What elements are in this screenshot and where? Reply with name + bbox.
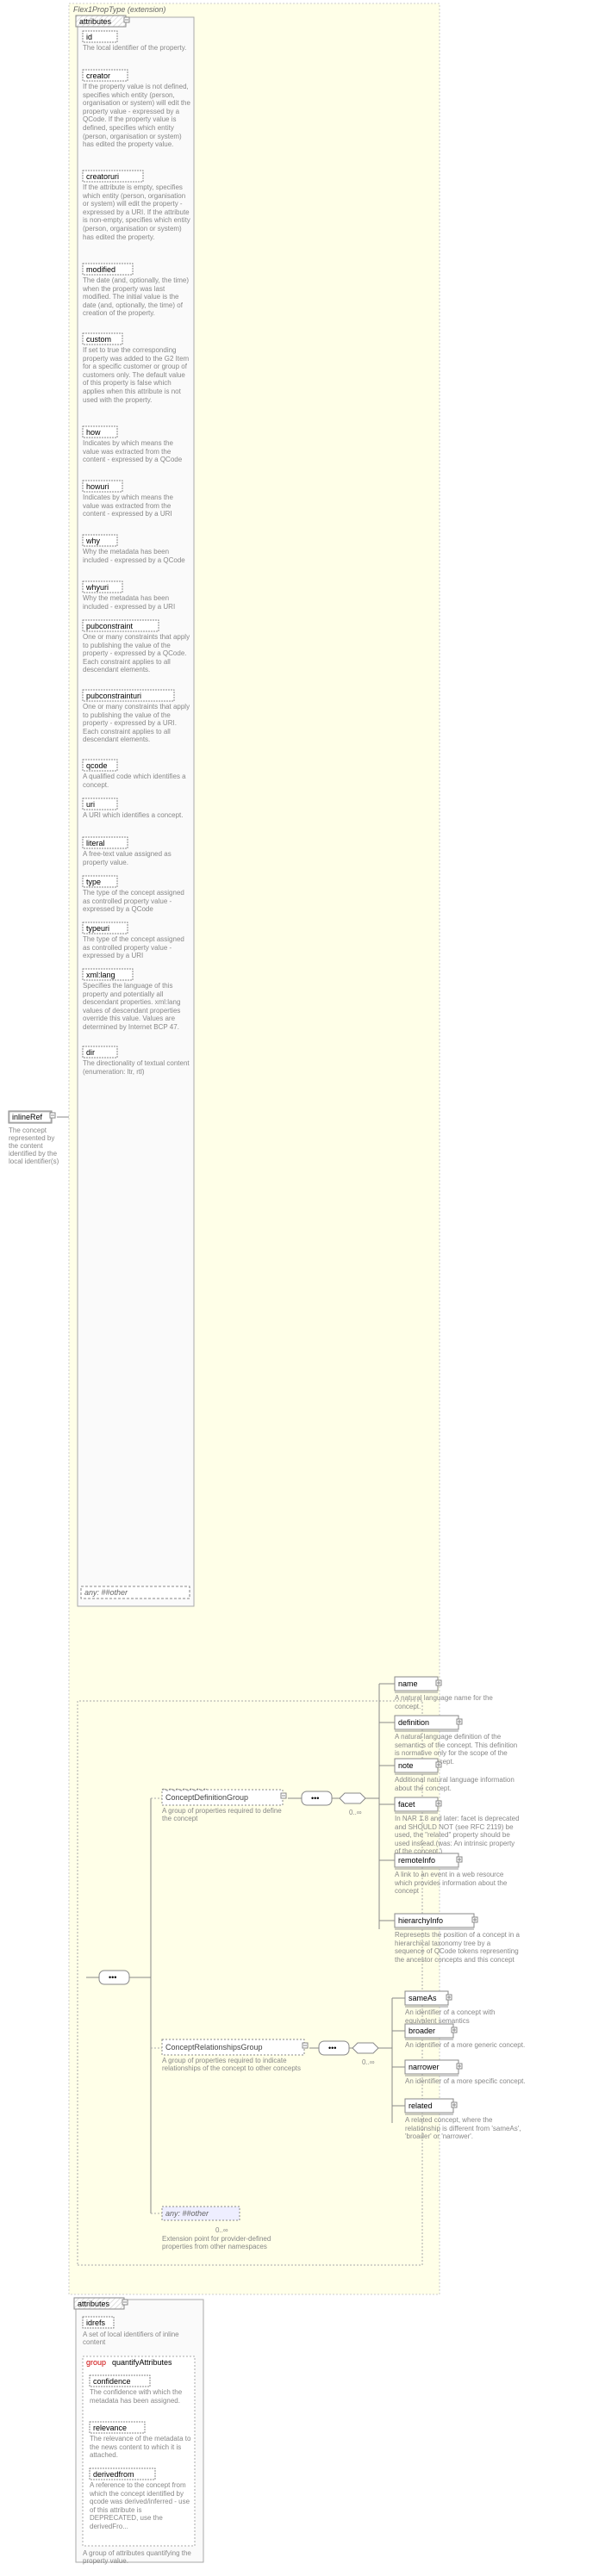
svg-text:literal: literal [86, 839, 105, 847]
idrefs-attr: idrefs [86, 2318, 106, 2327]
svg-text:definition: definition [398, 1718, 429, 1727]
attr-desc: If the attribute is empty, specifies whi… [83, 183, 191, 241]
elem-desc: Represents the position of a concept in … [395, 1931, 520, 1964]
attr-desc: If the property value is not defined, sp… [83, 83, 191, 149]
any-other-1: any: ##other [84, 1588, 128, 1597]
svg-text:creatoruri: creatoruri [86, 172, 119, 181]
svg-text:derivedfrom: derivedfrom [93, 2470, 134, 2479]
attr-creatoruri: creatoruri If the attribute is empty, spe… [83, 171, 191, 257]
diagram-canvas: Flex1PropType (extension) inlineRef The … [0, 0, 605, 2576]
svg-text:any: ##other: any: ##other [165, 2209, 209, 2218]
qattr-desc: A group of attributes quantifying the pr… [83, 2549, 199, 2565]
svg-text:inlineRef: inlineRef [12, 1113, 43, 1121]
elem-desc: An identifier of a more generic concept. [405, 2041, 526, 2050]
cdg-card: 0..∞ [349, 1809, 362, 1816]
svg-text:0..∞: 0..∞ [215, 2226, 228, 2234]
svg-text:ConceptRelationshipsGroup: ConceptRelationshipsGroup [165, 2043, 263, 2051]
attr-desc: One or many constraints that apply to pu… [83, 703, 191, 744]
attr-desc: Indicates by which means the value was e… [83, 439, 191, 464]
svg-text:ConceptDefinitionGroup: ConceptDefinitionGroup [165, 1793, 248, 1802]
svg-text:note: note [398, 1761, 414, 1770]
elem-desc: Additional natural language information … [395, 1776, 520, 1792]
qattr-desc: A reference to the concept from which th… [90, 2481, 191, 2531]
elem-desc: An identifier of a more specific concept… [405, 2077, 526, 2086]
svg-text:how: how [86, 428, 101, 437]
attr-desc: If set to true the corresponding propert… [83, 346, 191, 404]
svg-text:id: id [86, 33, 92, 41]
svg-text:•••: ••• [328, 2044, 336, 2052]
svg-text:remoteInfo: remoteInfo [398, 1856, 435, 1865]
attr-desc: The local identifier of the property. [83, 44, 191, 53]
svg-text:typeuri: typeuri [86, 924, 109, 933]
attr-desc: Why the metadata has been included - exp… [83, 594, 191, 611]
choice-cdg [340, 1793, 365, 1803]
elem-desc: A natural language name for the concept. [395, 1694, 520, 1710]
idrefs-desc: A set of local identifiers of inline con… [83, 2331, 186, 2346]
svg-text:relevance: relevance [93, 2424, 127, 2432]
root-element: inlineRef [9, 1111, 55, 1123]
attr-desc: The date (and, optionally, the time) whe… [83, 276, 191, 318]
elem-desc: A link to an event in a web resource whi… [395, 1871, 520, 1896]
crg-card: 0..∞ [362, 2058, 375, 2066]
svg-text:confidence: confidence [93, 2377, 131, 2386]
svg-text:•••: ••• [109, 1973, 116, 1982]
svg-text:custom: custom [86, 335, 111, 344]
ext-desc: Extension point for provider-defined pro… [162, 2235, 274, 2250]
concept-definition-group: ConceptDefinitionGroup [162, 1789, 286, 1805]
attr-custom: custom If set to true the corresponding p… [83, 333, 191, 419]
attr-desc: Why the metadata has been included - exp… [83, 548, 191, 564]
elem-desc: In NAR 1.8 and later: facet is deprecate… [395, 1815, 520, 1856]
attr-desc: A free-text value assigned as property v… [83, 850, 191, 866]
root-desc: The concept represented by the content i… [9, 1127, 62, 1165]
elem-desc: An identifier of a concept with equivale… [405, 2008, 526, 2025]
qattr-desc: The relevance of the metadata to the new… [90, 2435, 191, 2460]
svg-text:pubconstrainturi: pubconstrainturi [86, 692, 141, 700]
svg-text:dir: dir [86, 1048, 95, 1057]
crg-desc: A group of properties required to indica… [162, 2057, 304, 2072]
qattr-title: quantifyAttributes [112, 2358, 172, 2367]
attr-desc: Indicates by which means the value was e… [83, 493, 191, 518]
attributes-label-2: attributes [78, 2300, 110, 2308]
svg-text:whyuri: whyuri [85, 583, 109, 592]
choice-crg [352, 2043, 378, 2053]
concept-relationships-group: ConceptRelationshipsGroup [162, 2039, 308, 2055]
svg-text:type: type [86, 878, 101, 886]
svg-text:why: why [85, 537, 101, 545]
attr-desc: One or many constraints that apply to pu… [83, 633, 191, 674]
attr-desc: The type of the concept assigned as cont… [83, 935, 191, 960]
svg-text:creator: creator [86, 71, 110, 80]
svg-text:narrower: narrower [409, 2063, 440, 2071]
attr-desc: The type of the concept assigned as cont… [83, 889, 191, 914]
svg-text:qcode: qcode [86, 761, 108, 770]
svg-text:•••: ••• [311, 1794, 319, 1803]
svg-text:sameAs: sameAs [409, 1994, 437, 2002]
attr-creator: creator If the property value is not defi… [83, 70, 191, 164]
qattr-desc: The confidence with which the metadata h… [90, 2388, 191, 2405]
svg-text:broader: broader [409, 2027, 435, 2035]
elem-desc: A related concept, where the relationshi… [405, 2116, 526, 2141]
qattr-keyword: group [86, 2358, 106, 2367]
svg-text:hierarchyInfo: hierarchyInfo [398, 1916, 443, 1925]
svg-text:xml:lang: xml:lang [86, 971, 115, 979]
svg-text:uri: uri [86, 800, 95, 809]
attr-desc: A qualified code which identifies a conc… [83, 773, 191, 789]
svg-text:name: name [398, 1679, 418, 1688]
svg-text:related: related [409, 2101, 433, 2110]
extension-title: Flex1PropType (extension) [73, 5, 165, 14]
svg-text:facet: facet [398, 1800, 415, 1809]
svg-text:pubconstraint: pubconstraint [86, 622, 134, 630]
attr-desc: Specifies the language of this property … [83, 982, 191, 1032]
attributes-label: attributes [79, 17, 112, 26]
svg-text:howuri: howuri [86, 482, 109, 491]
cdg-desc: A group of properties required to define… [162, 1807, 283, 1822]
attr-desc: A URI which identifies a concept. [83, 811, 191, 820]
svg-text:modified: modified [86, 265, 115, 274]
attr-desc: The directionality of textual content (e… [83, 1059, 191, 1076]
